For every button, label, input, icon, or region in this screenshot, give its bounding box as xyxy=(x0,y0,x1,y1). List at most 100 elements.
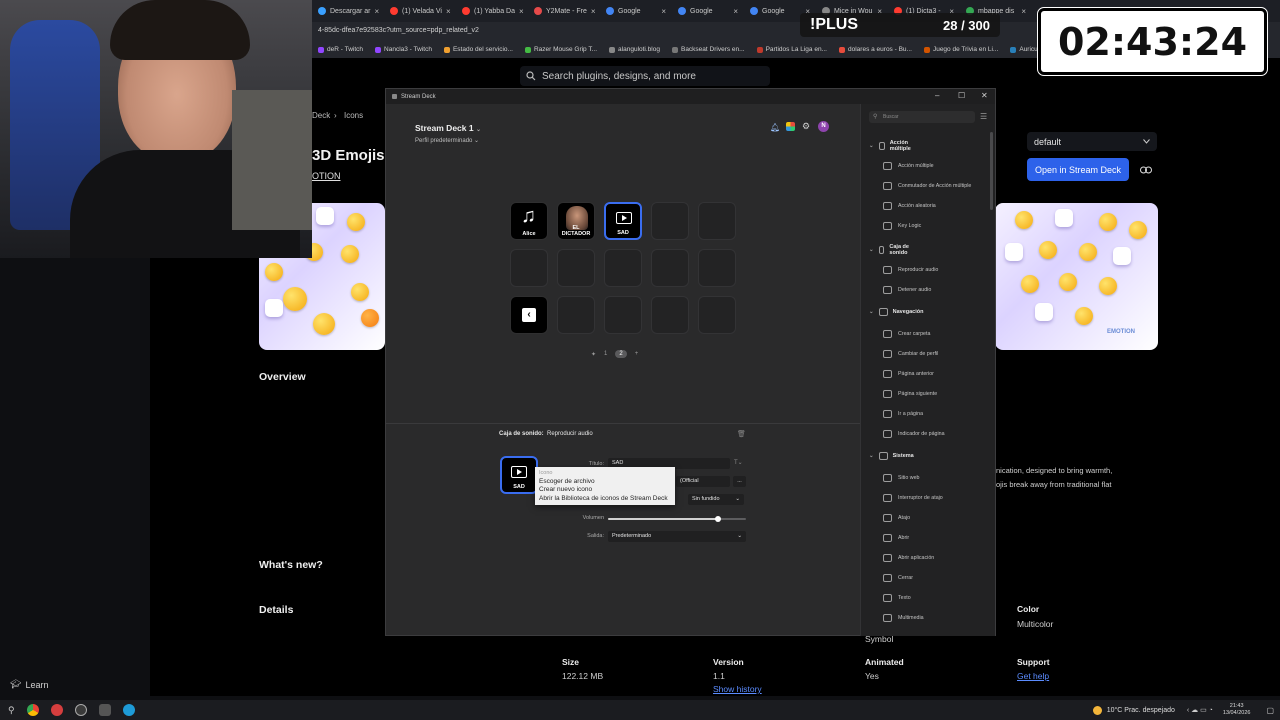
key-music[interactable]: ♫ Alice xyxy=(510,202,548,240)
bookmark[interactable]: Estado del servicio... xyxy=(443,46,513,53)
volume-knob[interactable] xyxy=(715,516,722,522)
pin-icon[interactable]: ✦ xyxy=(591,351,596,358)
profile-select[interactable]: default xyxy=(1027,132,1157,151)
avatar[interactable]: N xyxy=(818,121,829,132)
key-slot[interactable] xyxy=(604,249,642,287)
bookmark[interactable]: alanguloti.blog xyxy=(609,46,660,53)
actions-search-input[interactable]: ⚲ Buscar xyxy=(869,111,975,123)
close-tab-icon[interactable]: × xyxy=(591,7,596,16)
action-item[interactable]: Acción aleatoria xyxy=(883,202,936,210)
key-slot[interactable] xyxy=(557,249,595,287)
bookmark[interactable]: Razer Mouse Grip T... xyxy=(524,46,597,53)
action-item[interactable]: Página siguiente xyxy=(883,390,937,398)
category-header[interactable]: ⌄ Sistema xyxy=(869,452,914,460)
menu-item-choose-file[interactable]: Escoger de archivo xyxy=(535,478,675,487)
action-item[interactable]: Detener audio xyxy=(883,286,931,294)
gear-icon[interactable]: ⚙ xyxy=(802,121,810,132)
maximize-button[interactable]: ☐ xyxy=(958,91,965,100)
key-slot[interactable] xyxy=(698,249,736,287)
key-back[interactable]: ‹ xyxy=(510,296,548,334)
action-item[interactable]: Cambiar de perfil xyxy=(883,350,938,358)
bookmark[interactable]: Partidos La Liga en... xyxy=(756,46,827,53)
stream-deck-taskbar-icon[interactable] xyxy=(98,704,111,716)
action-item[interactable]: Acción múltiple xyxy=(883,162,934,170)
bell-icon[interactable]: 🔔︎ xyxy=(770,123,780,132)
bookmark[interactable]: Nancla3 - Twitch xyxy=(375,46,432,53)
key-slot[interactable] xyxy=(604,296,642,334)
bookmark[interactable]: deR - Twitch xyxy=(318,46,363,53)
preview-image-right[interactable]: EMOTION xyxy=(995,203,1158,350)
learn-link[interactable]: 🎓︎ Learn xyxy=(10,679,48,690)
weather-widget[interactable]: 10°C Prac. despejado xyxy=(1092,705,1175,715)
browser-tab[interactable]: (1) Velada Vi × xyxy=(384,1,456,21)
action-item[interactable]: Reproducir audio xyxy=(883,266,938,274)
close-tab-icon[interactable]: × xyxy=(1021,7,1026,16)
key-sound[interactable]: SAD xyxy=(604,202,642,240)
menu-item-create-icon[interactable]: Crear nuevo icono xyxy=(535,486,675,495)
notification-icon[interactable]: ▢ xyxy=(1266,706,1274,715)
scrollbar[interactable] xyxy=(990,132,993,210)
breadcrumb-icons[interactable]: Icons xyxy=(344,111,363,120)
tray-icons[interactable]: ‹ ☁ ▭ ◔ xyxy=(1187,706,1213,714)
bookmark[interactable]: dolares a euros - Bu... xyxy=(839,46,912,53)
minimize-button[interactable]: – xyxy=(935,91,939,100)
get-help-link[interactable]: Get help xyxy=(1017,671,1049,681)
browser-tab[interactable]: (1) Yabba Da × xyxy=(456,1,528,21)
close-tab-icon[interactable]: × xyxy=(661,7,666,16)
obs-icon[interactable] xyxy=(74,704,87,716)
clock[interactable]: 21:43 13/04/2026 xyxy=(1223,703,1251,717)
marketplace-icon[interactable] xyxy=(786,122,795,131)
close-button[interactable]: ✕ xyxy=(981,91,988,100)
site-search-input[interactable]: Search plugins, designs, and more xyxy=(520,66,770,86)
key-slot[interactable] xyxy=(651,202,689,240)
menu-item-open-library[interactable]: Abrir la Biblioteca de iconos de Stream … xyxy=(535,495,675,504)
action-item[interactable]: Texto xyxy=(883,594,911,602)
device-selector[interactable]: Stream Deck 1 ⌄ xyxy=(415,123,481,133)
text-format-icon[interactable]: T⌄ xyxy=(734,459,743,466)
breadcrumb-deck[interactable]: Deck xyxy=(312,111,330,120)
action-item[interactable]: Cerrar xyxy=(883,574,913,582)
action-item[interactable]: Abrir xyxy=(883,534,909,542)
action-item[interactable]: Crear carpeta xyxy=(883,330,930,338)
browse-file-button[interactable]: ... xyxy=(733,476,746,487)
share-button[interactable] xyxy=(1135,158,1157,181)
profile-selector[interactable]: Perfil predeterminado ⌄ xyxy=(415,137,479,144)
browser-tab[interactable]: Descargar ar × xyxy=(312,1,384,21)
close-tab-icon[interactable]: × xyxy=(733,7,738,16)
browser-tab[interactable]: Google × xyxy=(600,1,672,21)
close-tab-icon[interactable]: × xyxy=(446,7,451,16)
editor-icon-preview[interactable]: SAD xyxy=(500,456,538,494)
page-2[interactable]: 2 xyxy=(615,350,627,358)
list-view-icon[interactable]: ☰ xyxy=(980,112,987,121)
key-slot[interactable] xyxy=(557,296,595,334)
category-header[interactable]: ⌄ Navegación xyxy=(869,308,923,316)
action-item[interactable]: Indicador de página xyxy=(883,430,945,438)
browser-tab[interactable]: Y2Mate - Fre × xyxy=(528,1,600,21)
bookmark[interactable]: Juego de Trivia en Li... xyxy=(923,46,998,53)
trash-icon[interactable]: 🗑︎ xyxy=(737,430,746,438)
action-item[interactable]: Atajo xyxy=(883,514,910,522)
action-item[interactable]: Ir a página xyxy=(883,410,923,418)
action-item[interactable]: Multimedia xyxy=(883,614,924,622)
action-item[interactable]: Interruptor de atajo xyxy=(883,494,943,502)
close-tab-icon[interactable]: × xyxy=(374,7,379,16)
action-item[interactable]: Página anterior xyxy=(883,370,934,378)
action-item[interactable]: Conmutador de Acción múltiple xyxy=(883,182,971,190)
category-header[interactable]: ⌄ Acción múltiple xyxy=(869,140,914,152)
key-slot[interactable] xyxy=(698,202,736,240)
page-1[interactable]: 1 xyxy=(604,351,607,357)
close-tab-icon[interactable]: × xyxy=(519,7,524,16)
chrome-icon[interactable] xyxy=(26,704,39,716)
bookmark[interactable]: Backseat Drivers en... xyxy=(671,46,745,53)
category-header[interactable]: ⌄ Caja de sonido xyxy=(869,244,911,256)
opera-icon[interactable] xyxy=(50,704,63,716)
add-page-icon[interactable]: + xyxy=(635,351,639,357)
action-item[interactable]: Sitio web xyxy=(883,474,920,482)
edge-icon[interactable] xyxy=(122,704,135,716)
key-slot[interactable] xyxy=(651,249,689,287)
action-item[interactable]: Abrir aplicación xyxy=(883,554,934,562)
show-history-link[interactable]: Show history xyxy=(713,684,762,694)
plugin-author-link[interactable]: OTION xyxy=(312,171,341,181)
output-select[interactable]: Predeterminado ⌄ xyxy=(608,531,746,542)
key-slot[interactable] xyxy=(651,296,689,334)
